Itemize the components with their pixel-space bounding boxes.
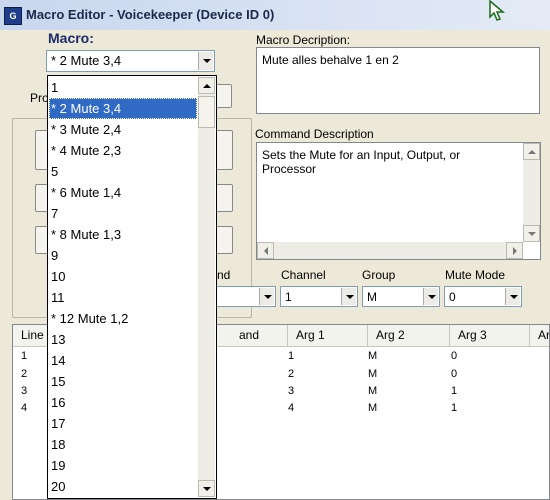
title-bar[interactable]: G Macro Editor - Voicekeeper (Device ID …: [0, 0, 550, 30]
group-select[interactable]: M: [362, 286, 440, 307]
macro-option[interactable]: * 8 Mute 1,3: [49, 224, 197, 245]
channel-dropdown-button[interactable]: [341, 288, 356, 305]
arrow-down-icon: [527, 231, 536, 236]
macro-option[interactable]: 17: [49, 413, 197, 434]
arrow-right-icon: [512, 246, 517, 255]
command-description-label: Command Description: [255, 127, 374, 141]
scroll-up-button[interactable]: [523, 143, 540, 160]
command-dropdown-button[interactable]: [259, 288, 274, 305]
row-arg2-cell: M: [368, 402, 378, 414]
arrow-up-icon: [527, 149, 536, 154]
scroll-right-button[interactable]: [506, 242, 523, 259]
group-value: M: [367, 290, 377, 304]
macro-option[interactable]: 9: [49, 245, 197, 266]
macro-option[interactable]: 16: [49, 392, 197, 413]
row-line-cell: 3: [21, 385, 28, 397]
mute-mode-dropdown-button[interactable]: [505, 288, 520, 305]
command-description-text: Sets the Mute for an Input, Output, or P…: [262, 148, 461, 176]
row-arg3-cell: 0: [451, 368, 458, 380]
dropdown-scroll-down-button[interactable]: [198, 480, 215, 497]
macro-option[interactable]: 13: [49, 329, 197, 350]
macro-option[interactable]: * 3 Mute 2,4: [49, 119, 197, 140]
group-dropdown-button[interactable]: [423, 288, 438, 305]
column-header-arg1[interactable]: Arg 1: [288, 325, 368, 347]
macro-option[interactable]: 15: [49, 371, 197, 392]
row-arg2-cell: M: [368, 385, 378, 397]
column-header-arg3[interactable]: Arg 3: [450, 325, 530, 347]
macro-option[interactable]: 5: [49, 161, 197, 182]
command-description-hscroll[interactable]: [257, 242, 523, 259]
chevron-down-icon: [510, 294, 518, 299]
row-line-cell: 4: [21, 402, 28, 414]
mute-mode-select[interactable]: 0: [444, 286, 522, 307]
chevron-down-icon: [428, 294, 436, 299]
macro-select-value: * 2 Mute 3,4: [51, 53, 122, 68]
row-arg1-cell: 1: [288, 350, 295, 362]
row-arg3-cell: 1: [451, 385, 458, 397]
chevron-down-icon: [346, 294, 354, 299]
channel-select[interactable]: 1: [280, 286, 358, 307]
macro-option[interactable]: 10: [49, 266, 197, 287]
macro-option[interactable]: * 2 Mute 3,4: [49, 98, 197, 119]
channel-label: Channel: [281, 268, 326, 282]
mute-mode-value: 0: [449, 290, 456, 304]
macro-option[interactable]: 1: [49, 77, 197, 98]
command-select[interactable]: [210, 286, 276, 307]
macro-description-label: Macro Decription:: [256, 33, 351, 47]
macro-option[interactable]: * 12 Mute 1,2: [49, 308, 197, 329]
column-header-line[interactable]: Line: [13, 325, 51, 347]
macro-select[interactable]: * 2 Mute 3,4: [46, 50, 215, 72]
macro-dropdown-button[interactable]: [198, 52, 213, 70]
macro-option[interactable]: 20: [49, 476, 197, 497]
mouse-cursor-icon: [489, 0, 506, 21]
macro-option[interactable]: 14: [49, 350, 197, 371]
row-arg1-cell: 2: [288, 368, 295, 380]
row-arg1-cell: 3: [288, 385, 295, 397]
macro-label: Macro:: [48, 30, 94, 46]
row-arg1-cell: 4: [288, 402, 295, 414]
chevron-down-icon: [203, 59, 211, 63]
command-description-field[interactable]: Sets the Mute for an Input, Output, or P…: [256, 142, 541, 260]
dropdown-scroll-thumb[interactable]: [198, 96, 215, 128]
dropdown-scroll-up-button[interactable]: [198, 77, 215, 94]
group-label: Group: [362, 268, 396, 282]
row-arg2-cell: M: [368, 368, 378, 380]
column-header-arg2[interactable]: Arg 2: [368, 325, 450, 347]
row-arg2-cell: M: [368, 350, 378, 362]
macro-description-field[interactable]: Mute alles behalve 1 en 2: [256, 47, 540, 114]
macro-option[interactable]: 7: [49, 203, 197, 224]
macro-option[interactable]: * 6 Mute 1,4: [49, 182, 197, 203]
pro-label: Pro: [30, 91, 49, 105]
channel-value: 1: [285, 290, 292, 304]
arrow-down-icon: [203, 486, 211, 491]
arrow-up-icon: [203, 83, 211, 88]
scroll-left-button[interactable]: [257, 242, 274, 259]
command-description-vscroll[interactable]: [523, 143, 540, 242]
column-header-arg4[interactable]: Ar: [530, 325, 549, 347]
dropdown-scrollbar[interactable]: [198, 77, 215, 497]
macro-option[interactable]: 18: [49, 434, 197, 455]
scroll-down-button[interactable]: [523, 225, 540, 242]
arrow-left-icon: [263, 246, 268, 255]
app-icon: G: [4, 7, 22, 25]
macro-option[interactable]: 19: [49, 455, 197, 476]
row-line-cell: 2: [21, 368, 28, 380]
chevron-down-icon: [264, 294, 272, 299]
macro-dropdown-list[interactable]: 1 * 2 Mute 3,4 * 3 Mute 2,4 * 4 Mute 2,3 5 * …: [47, 75, 217, 499]
window-title: Macro Editor - Voicekeeper (Device ID 0): [26, 7, 275, 22]
macro-option[interactable]: 11: [49, 287, 197, 308]
row-arg3-cell: 0: [451, 350, 458, 362]
macro-option[interactable]: * 4 Mute 2,3: [49, 140, 197, 161]
row-arg3-cell: 1: [451, 402, 458, 414]
macro-description-text: Mute alles behalve 1 en 2: [262, 53, 399, 67]
row-line-cell: 1: [21, 350, 28, 362]
command-label-partial: nd: [217, 268, 231, 282]
mute-mode-label: Mute Mode: [445, 268, 506, 282]
